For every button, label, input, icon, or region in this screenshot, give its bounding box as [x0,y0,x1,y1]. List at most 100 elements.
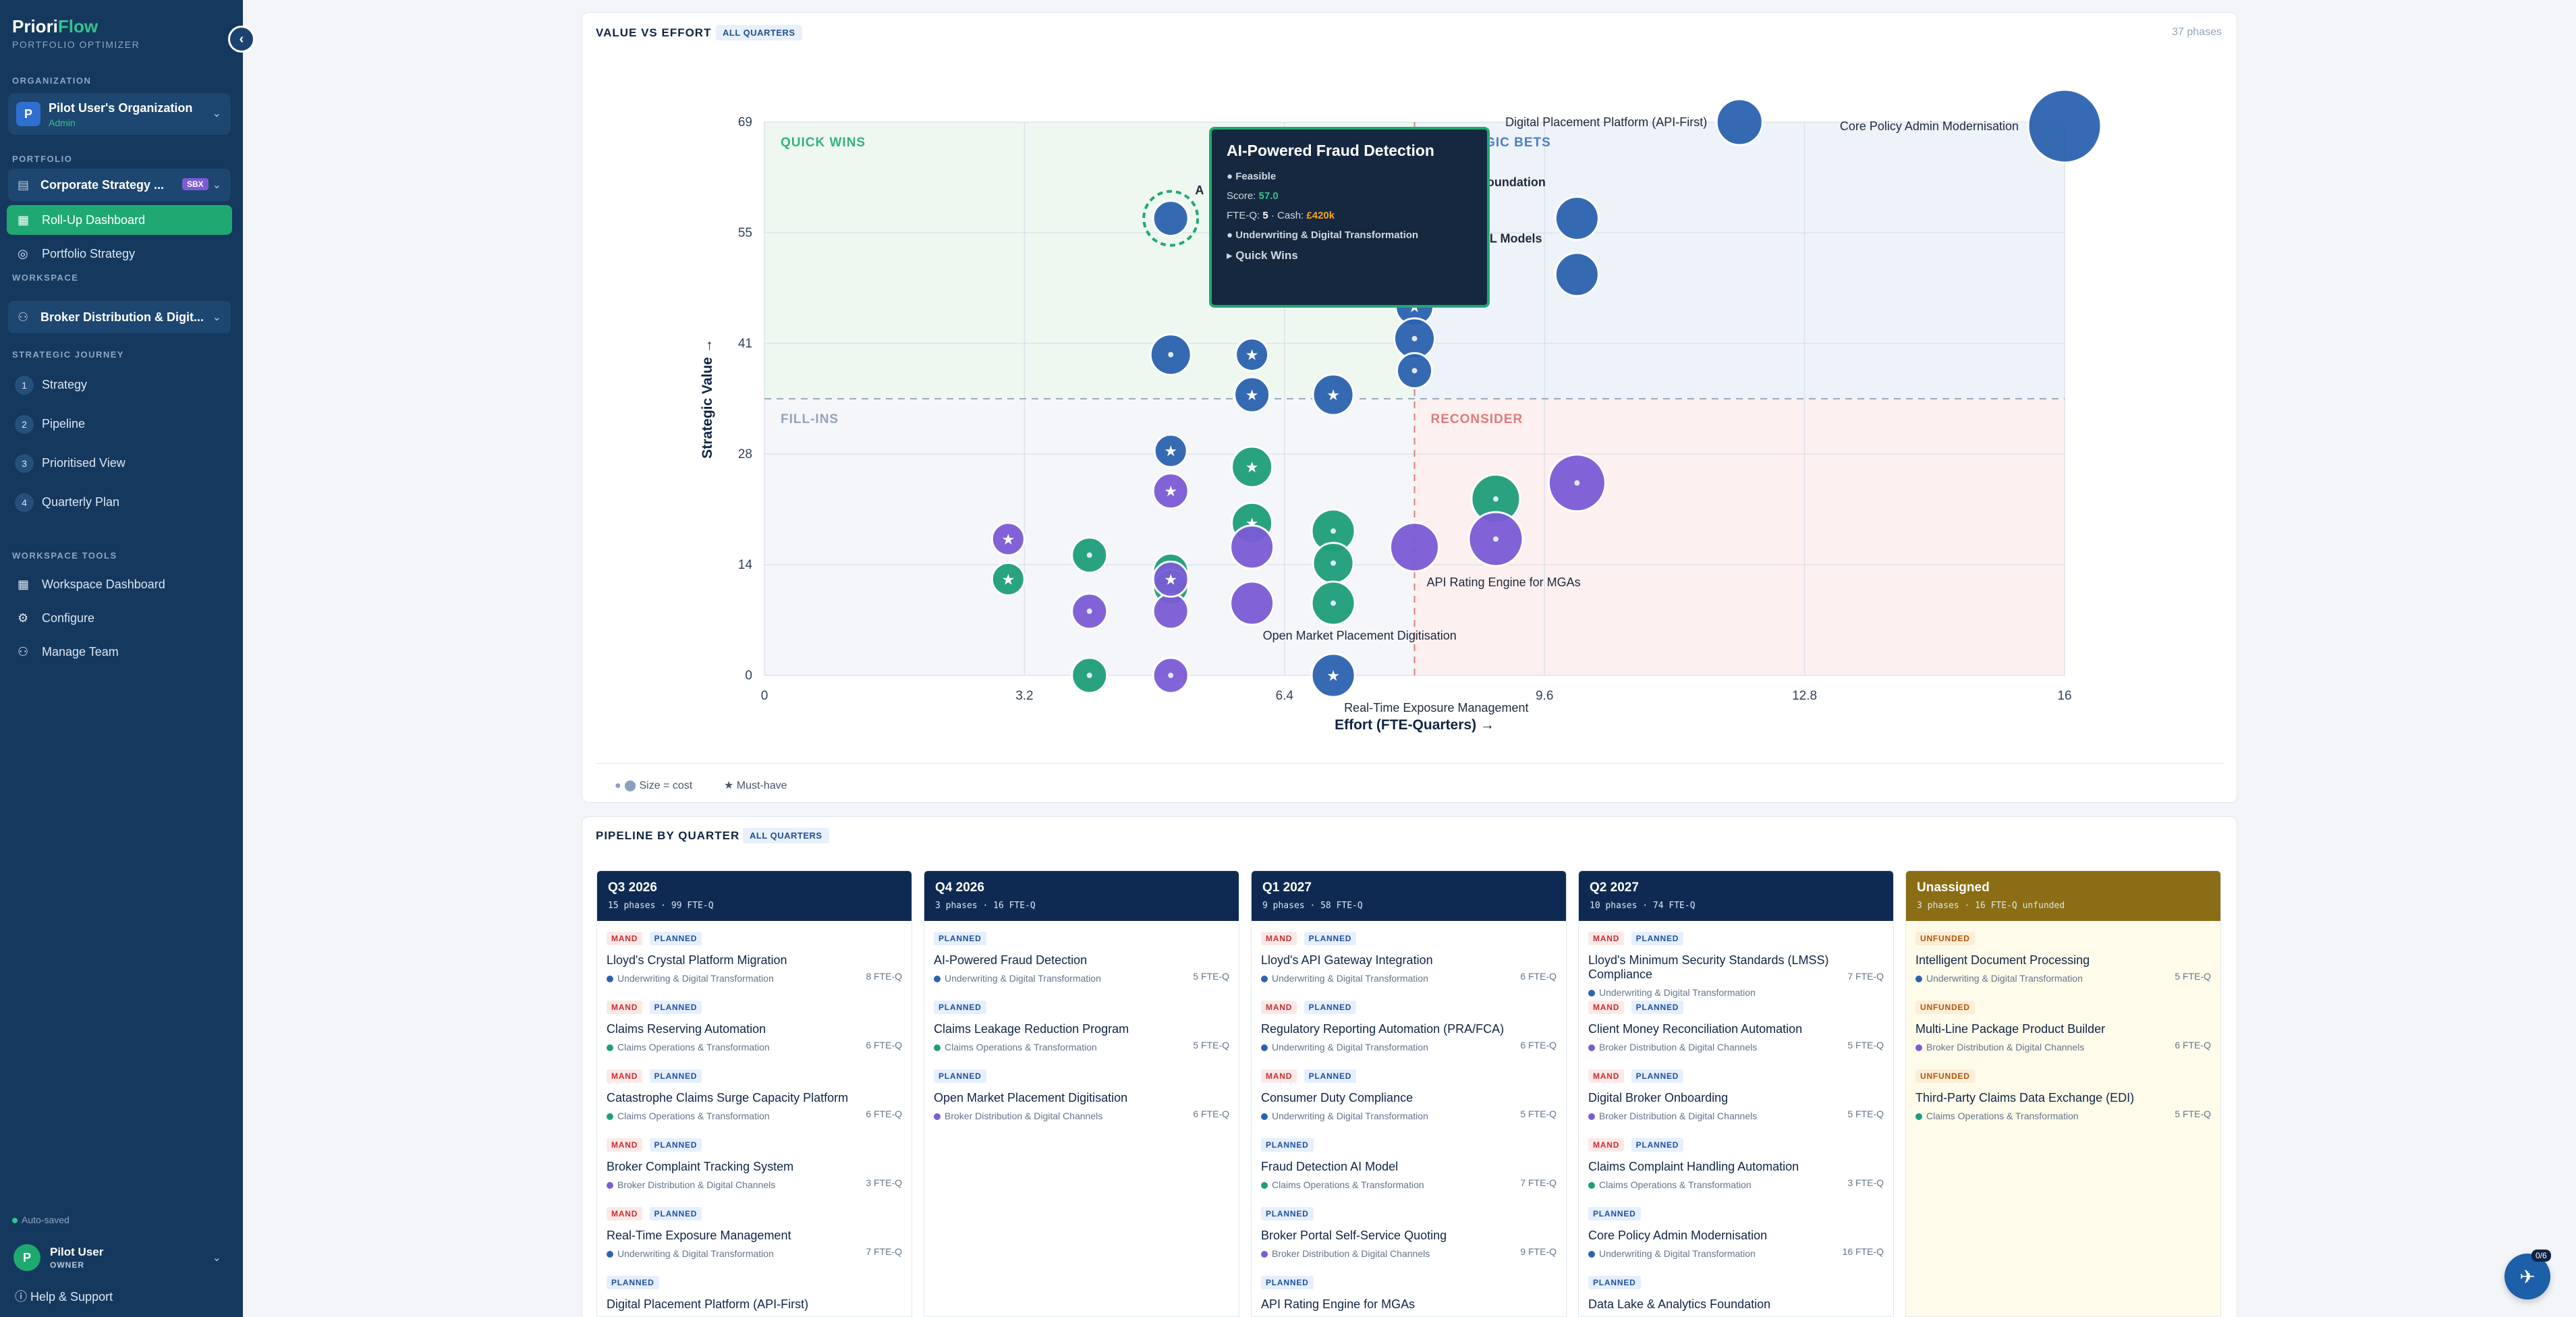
status-badge: PLANNED [1631,1001,1684,1014]
step-number: 3 [15,454,34,473]
nav-prioritised-view[interactable]: 3 Prioritised View [7,448,232,478]
star-icon: ★ [1001,571,1015,588]
phase-name: Digital Placement Platform (API-First) [607,1297,809,1311]
phase-name: Lloyd's Crystal Platform Migration [607,953,787,967]
phase-card[interactable]: MAND PLANNED Lloyd's Crystal Platform Mi… [597,921,912,990]
chart-legend: ● ⬤ Size = cost ★ Must-have [596,763,2224,804]
collapse-sidebar-button[interactable]: ‹ [228,26,255,53]
tools-section-label: WORKSPACE TOOLS [12,551,117,561]
phase-card[interactable]: UNFUNDED Multi-Line Package Product Buil… [1906,990,2220,1059]
phase-name: Core Policy Admin Modernisation [1588,1229,1768,1242]
phase-card[interactable]: PLANNED Open Market Placement Digitisati… [924,1059,1239,1127]
status-dot-icon [12,1218,18,1223]
nav-workspace-dashboard[interactable]: ▦ Workspace Dashboard [7,569,232,599]
phase-card[interactable]: PLANNED Claims Leakage Reduction Program… [924,990,1239,1059]
star-icon: ★ [1001,532,1015,549]
workspace-dot-icon [607,976,613,982]
quarter-column: Q1 2027 9 phases · 58 FTE-Q MAND PLANNED… [1251,870,1567,1317]
center-dot [1086,673,1092,678]
phase-card[interactable]: MAND PLANNED Consumer Duty Compliance Un… [1252,1059,1566,1127]
org-switcher[interactable]: P Pilot User's Organization Admin ⌄ [8,93,231,135]
center-dot [1168,673,1174,678]
phase-card[interactable]: PLANNED Data Lake & Analytics Foundation… [1579,1265,1893,1316]
phase-card[interactable]: PLANNED API Rating Engine for MGAs Broke… [1252,1265,1566,1316]
center-dot [1168,352,1174,358]
bubble-point [1715,98,1764,146]
phase-card[interactable]: PLANNED Digital Placement Platform (API-… [597,1265,912,1316]
nav-strategy[interactable]: 1 Strategy [7,370,232,399]
fte-value: 8 FTE-Q [866,971,902,982]
status-badge: PLANNED [1304,932,1357,945]
size-legend: ● ⬤ Size = cost [615,780,693,791]
workspace-selector[interactable]: ⚇ Broker Distribution & Digit... ⌄ [8,301,231,333]
fte-value: 16 FTE-Q [1842,1246,1884,1257]
workspace-tag: Claims Operations & Transformation [934,1042,1229,1053]
workspace-tag: Underwriting & Digital Transformation [1261,1042,1557,1053]
x-tick-label: 0 [761,689,768,703]
workspace-dot-icon [1588,1251,1595,1258]
phase-name: API Rating Engine for MGAs [1261,1297,1416,1311]
quadrant-strategic-bets [1414,122,2065,399]
nav-quarterly-plan[interactable]: 4 Quarterly Plan [7,487,232,517]
nav-label: Prioritised View [42,456,125,470]
grid-icon: ▦ [18,213,30,227]
column-meta: 3 phases · 16 FTE-Q unfunded [1917,901,2065,911]
badge-row: PLANNED [1588,1207,1884,1222]
fte-value: 6 FTE-Q [2175,1040,2211,1050]
nav-manage-team[interactable]: ⚇ Manage Team [7,637,232,667]
phase-card[interactable]: MAND PLANNED Client Money Reconciliation… [1579,990,1893,1059]
mandatory-badge: MAND [607,1207,643,1221]
phase-card[interactable]: MAND PLANNED Lloyd's API Gateway Integra… [1252,921,1566,990]
phase-card[interactable]: PLANNED Fraud Detection AI Model Claims … [1252,1127,1566,1196]
nav-pipeline[interactable]: 2 Pipeline [7,409,232,439]
team-icon: ⚇ [18,645,29,658]
phase-card[interactable]: PLANNED Core Policy Admin Modernisation … [1579,1196,1893,1265]
badge-row: MAND PLANNED [1588,932,1884,947]
phase-card[interactable]: MAND PLANNED Lloyd's Minimum Security St… [1579,921,1893,998]
nav-label: Workspace Dashboard [42,578,165,591]
tooltip-workspace: ● Underwriting & Digital Transformation [1227,229,1419,241]
workspace-dot-icon [1261,1113,1268,1120]
column-title: Q3 2026 [608,880,657,895]
quarter-filter-pill[interactable]: ALL QUARTERS [743,828,829,843]
user-menu[interactable]: P Pilot User OWNER ⌄ [8,1239,231,1277]
help-support-link[interactable]: ⓘ Help & Support [15,1287,113,1305]
star-icon: ★ [1164,484,1177,501]
phase-card[interactable]: MAND PLANNED Claims Complaint Handling A… [1579,1127,1893,1196]
fte-value: 6 FTE-Q [866,1040,902,1050]
nav-configure[interactable]: ⚙ Configure [7,603,232,633]
must-have-legend: ★ Must-have [724,780,787,791]
phase-card[interactable]: UNFUNDED Intelligent Document Processing… [1906,921,2220,990]
column-meta: 15 phases · 99 FTE-Q [608,901,714,911]
progress-badge: 0/6 [2531,1250,2551,1262]
portfolio-selector[interactable]: ▤ Corporate Strategy ... SBX ⌄ [8,169,231,201]
phase-card[interactable]: UNFUNDED Third-Party Claims Data Exchang… [1906,1059,2220,1127]
quarter-column: Unassigned 3 phases · 16 FTE-Q unfunded … [1905,870,2221,1317]
bubble-point [1389,522,1440,573]
phase-card[interactable]: MAND PLANNED Broker Complaint Tracking S… [597,1127,912,1196]
phase-card[interactable]: PLANNED Broker Portal Self-Service Quoti… [1252,1196,1566,1265]
nav-portfolio-strategy[interactable]: ◎ Portfolio Strategy [7,239,232,269]
brand-logo[interactable]: PrioriFlow [12,16,98,37]
tooltip-quadrant: ▸ Quick Wins [1227,249,1298,262]
phase-card[interactable]: MAND PLANNED Catastrophe Claims Surge Ca… [597,1059,912,1127]
bubble-point [1152,200,1189,237]
status-badge: PLANNED [1588,1207,1641,1221]
star-icon: ★ [1245,347,1259,364]
phase-name: Lloyd's API Gateway Integration [1261,953,1433,967]
badge-row: MAND PLANNED [1588,1001,1884,1015]
workspace-dot-icon [1261,1251,1268,1258]
workspace-dot-icon [934,976,941,982]
nav-rollup-dashboard[interactable]: ▦ Roll-Up Dashboard [7,205,232,235]
phase-card[interactable]: MAND PLANNED Regulatory Reporting Automa… [1252,990,1566,1059]
chevron-down-icon: ⌄ [212,1252,221,1264]
status-badge: UNFUNDED [1915,1069,1975,1083]
phase-card[interactable]: MAND PLANNED Real-Time Exposure Manageme… [597,1196,912,1265]
phase-card[interactable]: MAND PLANNED Claims Reserving Automation… [597,990,912,1059]
phase-card[interactable]: PLANNED AI-Powered Fraud Detection Under… [924,921,1239,990]
phase-card[interactable]: MAND PLANNED Digital Broker Onboarding B… [1579,1059,1893,1127]
badge-row: MAND PLANNED [1261,1001,1557,1015]
fte-value: 6 FTE-Q [1520,1040,1557,1050]
center-dot [1331,600,1337,607]
mandatory-badge: MAND [607,932,643,945]
